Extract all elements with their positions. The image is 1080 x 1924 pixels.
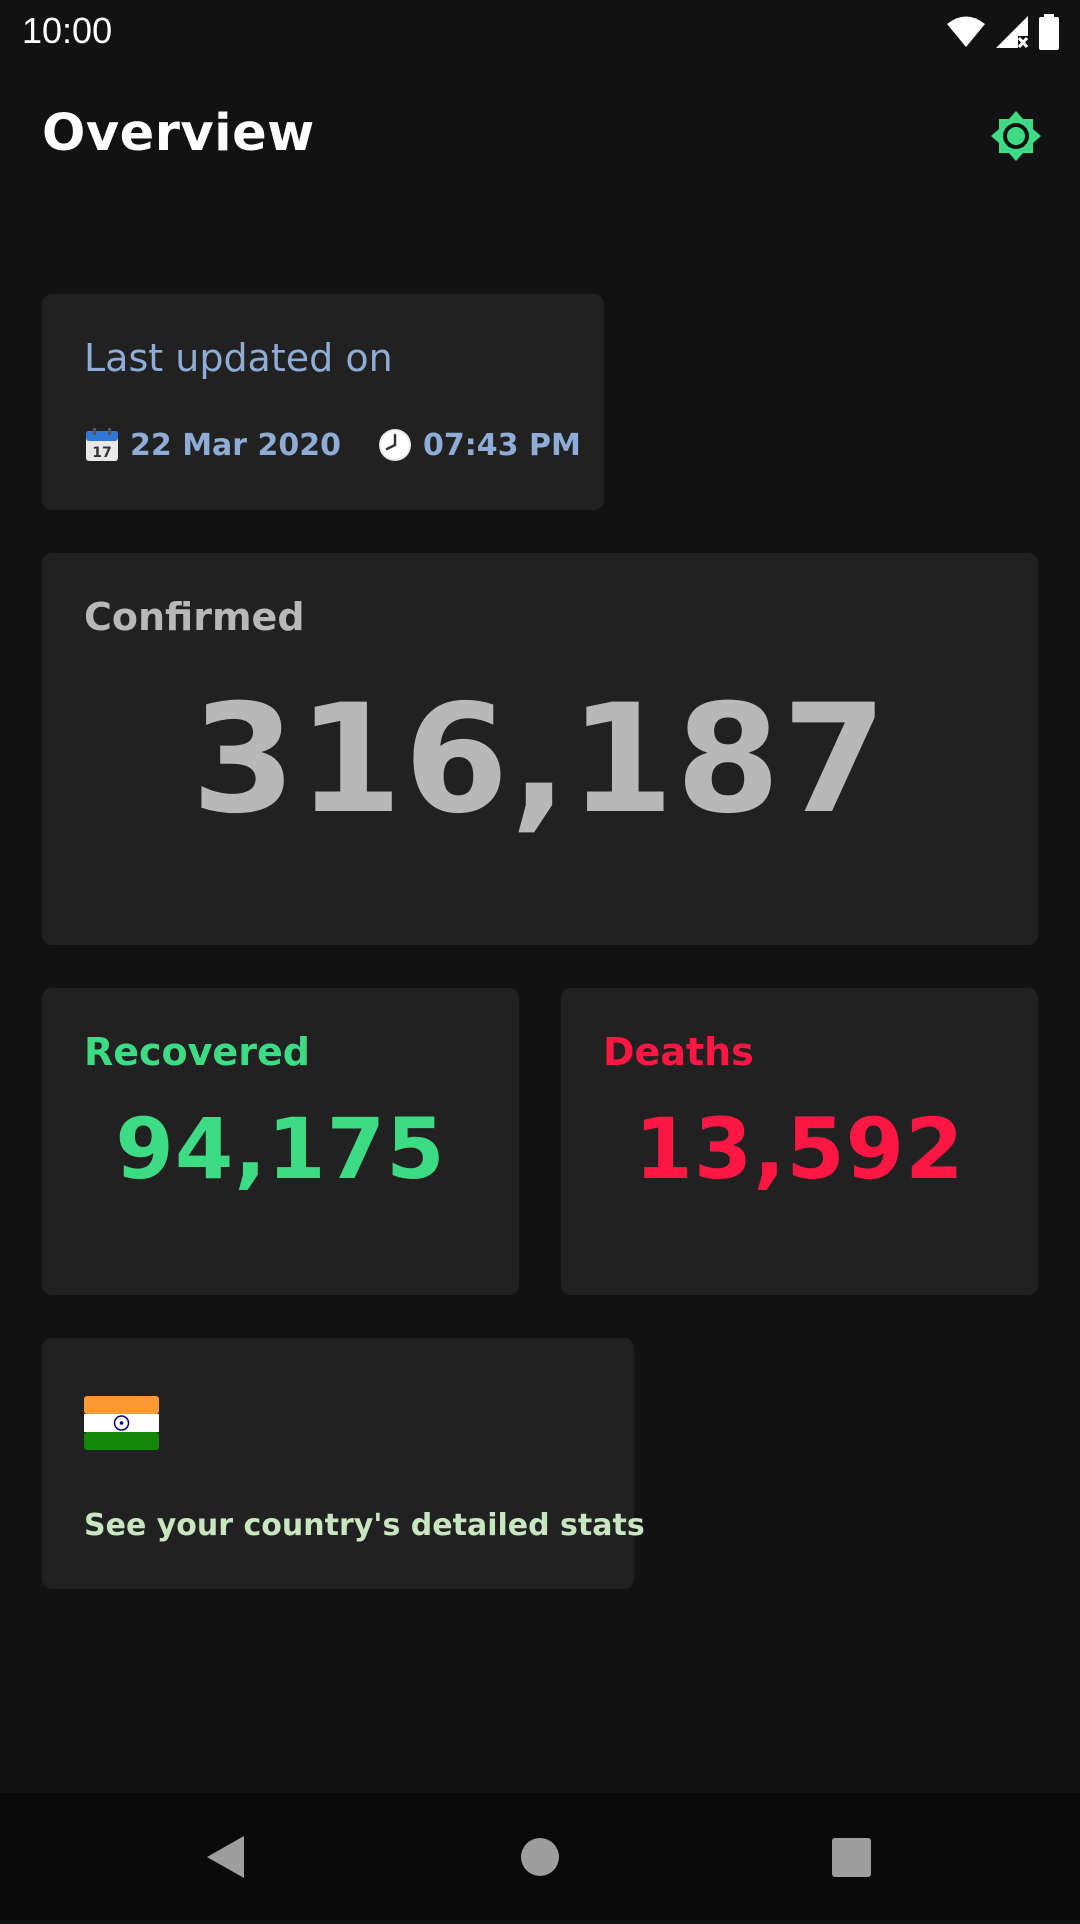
last-updated-label: Last updated on	[84, 336, 393, 380]
country-stats-text: See your country's detailed stats	[84, 1508, 645, 1543]
back-button[interactable]	[166, 1793, 286, 1920]
recents-button[interactable]	[791, 1793, 911, 1920]
last-updated-date: 22 Mar 2020	[130, 427, 342, 463]
back-icon	[207, 1836, 244, 1878]
svg-text:17: 17	[92, 445, 111, 461]
confirmed-value: 316,187	[191, 673, 889, 847]
wifi-icon	[947, 16, 985, 47]
signal-icon	[996, 16, 1029, 48]
clock-icon	[379, 429, 412, 461]
deaths-value: 13,592	[634, 1100, 965, 1198]
recovered-label: Recovered	[84, 1030, 310, 1074]
last-updated-row: 17 22 Mar 2020 07:43 PM	[84, 427, 581, 463]
home-button[interactable]	[480, 1793, 600, 1920]
brightness-icon	[991, 111, 1041, 161]
battery-icon	[1039, 14, 1059, 50]
calendar-icon: 17	[86, 428, 118, 461]
status-time: 10:00	[22, 10, 113, 51]
india-flag-icon	[84, 1396, 159, 1450]
status-icons	[946, 14, 1060, 50]
home-icon	[521, 1838, 559, 1876]
last-updated-card: Last updated on 17 22 Mar 2020 07:43 PM	[42, 294, 604, 510]
confirmed-card: Confirmed 316,187	[42, 553, 1038, 945]
navigation-bar	[0, 1793, 1080, 1920]
status-bar: 10:00	[0, 0, 1080, 64]
last-updated-time: 07:43 PM	[423, 427, 581, 463]
deaths-label: Deaths	[603, 1030, 754, 1074]
theme-toggle-button[interactable]	[985, 105, 1047, 167]
recovered-card: Recovered 94,175	[42, 988, 519, 1295]
deaths-card: Deaths 13,592	[561, 988, 1038, 1295]
country-stats-card[interactable]: See your country's detailed stats	[42, 1338, 645, 1589]
confirmed-label: Confirmed	[84, 595, 305, 639]
page-title: Overview	[42, 104, 315, 163]
recovered-value: 94,175	[115, 1100, 446, 1198]
recents-icon	[832, 1838, 871, 1877]
